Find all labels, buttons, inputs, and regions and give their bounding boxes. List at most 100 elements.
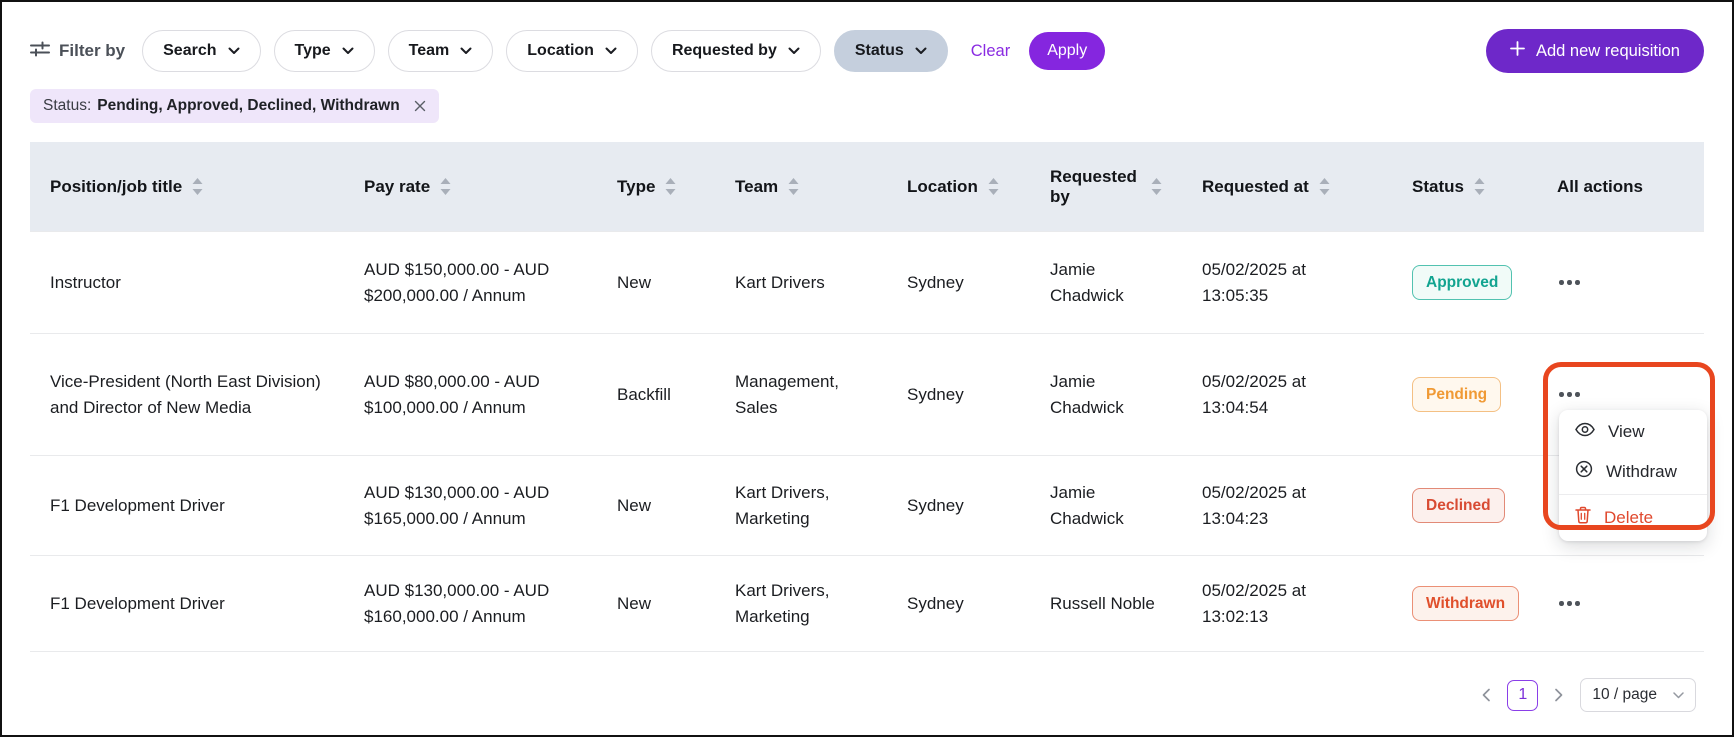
header-requested-at: Requested at [1182, 163, 1392, 211]
page-size-value: 10 / page [1592, 686, 1657, 704]
row-actions-menu-icon[interactable] [1557, 274, 1582, 291]
filter-location-label: Location [527, 42, 594, 60]
header-type-label: Type [617, 177, 655, 197]
cell-type: New [597, 471, 715, 541]
cell-team: Management, Sales [715, 347, 887, 442]
sliders-icon [30, 40, 50, 63]
header-location-label: Location [907, 177, 978, 197]
cell-actions: View Withdraw Delete [1537, 334, 1704, 455]
menu-item-delete[interactable]: Delete [1559, 497, 1707, 538]
header-requested-by: Requested by [1030, 153, 1182, 221]
cell-status: Withdrawn [1392, 564, 1537, 643]
chip-label: Status: [43, 97, 91, 115]
header-status: Status [1392, 163, 1537, 211]
cell-team: Kart Drivers, Marketing [715, 458, 887, 553]
cell-location: Sydney [887, 360, 1030, 430]
pagination: 1 10 / page [30, 678, 1696, 712]
cell-status: Declined [1392, 466, 1537, 545]
cell-requested-by: Jamie Chadwick [1030, 235, 1182, 330]
cell-requested-by: Jamie Chadwick [1030, 458, 1182, 553]
sort-icon[interactable] [192, 178, 203, 195]
chip-values: Pending, Approved, Declined, Withdrawn [97, 97, 399, 115]
status-badge: Approved [1412, 265, 1512, 300]
cell-pay-rate: AUD $130,000.00 - AUD $160,000.00 / Annu… [344, 556, 597, 651]
header-requested-by-label: Requested by [1050, 167, 1141, 207]
cell-type: New [597, 248, 715, 318]
table-row: Instructor AUD $150,000.00 - AUD $200,00… [30, 231, 1704, 333]
filter-by-label-group: Filter by [30, 40, 125, 63]
cell-actions [1537, 556, 1704, 651]
chip-close-icon[interactable] [414, 100, 426, 112]
table-row: Vice-President (North East Division) and… [30, 333, 1704, 455]
filter-by-label: Filter by [59, 41, 125, 61]
previous-page-icon[interactable] [1477, 684, 1495, 706]
cell-requested-at: 05/02/2025 at 13:04:23 [1182, 458, 1392, 553]
filter-search-label: Search [163, 42, 216, 60]
header-position-label: Position/job title [50, 177, 182, 197]
menu-item-withdraw[interactable]: Withdraw [1559, 451, 1707, 492]
cell-requested-by: Russell Noble [1030, 569, 1182, 639]
header-team: Team [715, 163, 887, 211]
sort-icon[interactable] [440, 178, 451, 195]
status-badge: Declined [1412, 488, 1505, 523]
eye-icon [1575, 422, 1595, 442]
sort-icon[interactable] [988, 178, 999, 195]
cell-requested-at: 05/02/2025 at 13:04:54 [1182, 347, 1392, 442]
cell-pay-rate: AUD $80,000.00 - AUD $100,000.00 / Annum [344, 347, 597, 442]
cell-requested-by: Jamie Chadwick [1030, 347, 1182, 442]
apply-filters-button[interactable]: Apply [1029, 32, 1105, 70]
requisitions-table: Position/job title Pay rate Type Team Lo… [30, 142, 1704, 652]
menu-item-delete-label: Delete [1604, 508, 1653, 528]
add-new-requisition-label: Add new requisition [1536, 42, 1680, 61]
plus-icon [1510, 41, 1525, 61]
status-badge: Withdrawn [1412, 586, 1519, 621]
filter-team-label: Team [409, 42, 450, 60]
row-actions-menu-icon[interactable] [1557, 595, 1582, 612]
cell-position: Vice-President (North East Division) and… [30, 347, 344, 442]
filter-requested-by-label: Requested by [672, 42, 777, 60]
cell-status: Approved [1392, 243, 1537, 322]
sort-icon[interactable] [1151, 178, 1162, 195]
chevron-down-icon [605, 42, 617, 60]
sort-icon[interactable] [665, 178, 676, 195]
page-size-select[interactable]: 10 / page [1580, 678, 1696, 712]
sort-icon[interactable] [788, 178, 799, 195]
status-filter-chip: Status: Pending, Approved, Declined, Wit… [30, 89, 439, 123]
sort-icon[interactable] [1319, 178, 1330, 195]
cell-team: Kart Drivers, Marketing [715, 556, 887, 651]
chevron-down-icon [342, 42, 354, 60]
table-bottom-border [30, 651, 1704, 652]
row-actions-menu-icon[interactable] [1557, 386, 1582, 403]
menu-item-view[interactable]: View [1559, 413, 1707, 451]
chevron-down-icon [228, 42, 240, 60]
cell-location: Sydney [887, 248, 1030, 318]
cell-type: Backfill [597, 360, 715, 430]
status-badge: Pending [1412, 377, 1501, 412]
cell-pay-rate: AUD $130,000.00 - AUD $165,000.00 / Annu… [344, 458, 597, 553]
filter-team-dropdown[interactable]: Team [388, 30, 494, 72]
page-number-button[interactable]: 1 [1507, 680, 1538, 711]
chevron-down-icon [1673, 686, 1684, 704]
sort-icon[interactable] [1474, 178, 1485, 195]
chevron-down-icon [915, 42, 927, 60]
cell-position: Instructor [30, 248, 344, 318]
table-row: F1 Development Driver AUD $130,000.00 - … [30, 455, 1704, 555]
chevron-down-icon [460, 42, 472, 60]
menu-item-view-label: View [1608, 422, 1645, 442]
clear-filters-button[interactable]: Clear [971, 42, 1010, 61]
filter-location-dropdown[interactable]: Location [506, 30, 638, 72]
filter-type-dropdown[interactable]: Type [274, 30, 375, 72]
menu-item-withdraw-label: Withdraw [1606, 462, 1677, 482]
header-type: Type [597, 163, 715, 211]
cell-position: F1 Development Driver [30, 569, 344, 639]
filter-status-dropdown[interactable]: Status [834, 30, 948, 72]
filter-type-label: Type [295, 42, 331, 60]
filter-search-dropdown[interactable]: Search [142, 30, 260, 72]
menu-divider [1559, 494, 1707, 495]
filter-requested-by-dropdown[interactable]: Requested by [651, 30, 821, 72]
add-new-requisition-button[interactable]: Add new requisition [1486, 29, 1704, 73]
cell-actions [1537, 232, 1704, 333]
header-position: Position/job title [30, 163, 344, 211]
header-pay-rate-label: Pay rate [364, 177, 430, 197]
next-page-icon[interactable] [1550, 684, 1568, 706]
